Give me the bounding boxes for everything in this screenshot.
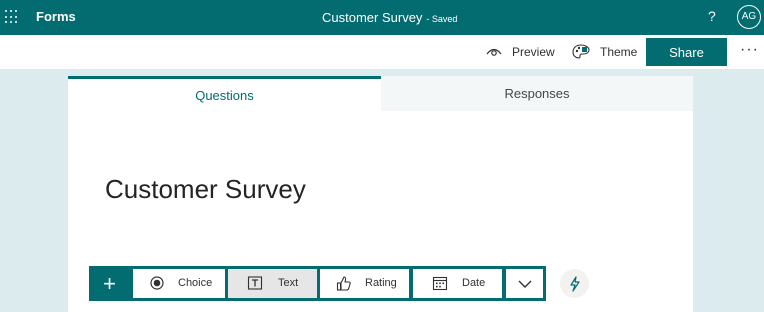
choice-label: Choice: [178, 277, 213, 289]
avatar[interactable]: AG: [737, 5, 761, 29]
document-title[interactable]: Customer Survey: [322, 10, 422, 25]
command-bar: Preview Theme Share ···: [0, 35, 764, 69]
waffle-icon[interactable]: [5, 10, 19, 24]
add-question-toolbar: + Choice Text Rating Date: [89, 266, 546, 301]
palette-icon: [572, 44, 590, 59]
form-title[interactable]: Customer Survey: [105, 174, 306, 205]
text-button[interactable]: Text: [228, 269, 317, 298]
help-button[interactable]: ?: [708, 8, 716, 24]
radio-icon: [150, 276, 164, 290]
chevron-down-icon: [518, 280, 531, 288]
share-button[interactable]: Share: [646, 38, 727, 66]
text-label: Text: [278, 277, 299, 289]
lightning-icon: [569, 275, 580, 292]
add-question-button[interactable]: +: [89, 266, 130, 301]
thumb-icon: [336, 276, 351, 291]
calendar-icon: [432, 276, 448, 291]
theme-button[interactable]: Theme: [572, 35, 637, 69]
suggestions-button[interactable]: [560, 269, 589, 298]
save-status: - Saved: [426, 14, 458, 24]
more-options-button[interactable]: ···: [740, 41, 759, 59]
top-bar: Forms Customer Survey - Saved ? AG: [0, 0, 764, 35]
preview-button[interactable]: Preview: [486, 35, 555, 69]
tab-bar: Questions Responses: [68, 76, 693, 111]
preview-label: Preview: [512, 45, 555, 59]
rating-button[interactable]: Rating: [320, 269, 409, 298]
choice-button[interactable]: Choice: [133, 269, 225, 298]
more-question-types-button[interactable]: [506, 269, 543, 298]
tab-responses[interactable]: Responses: [381, 76, 693, 111]
rating-label: Rating: [365, 277, 397, 289]
date-label: Date: [462, 277, 486, 289]
document-title-area: Customer Survey - Saved: [322, 9, 457, 27]
theme-label: Theme: [600, 45, 638, 59]
text-box-icon: [247, 276, 263, 290]
eye-icon: [486, 48, 502, 56]
app-name[interactable]: Forms: [36, 9, 76, 24]
tab-questions[interactable]: Questions: [68, 76, 381, 111]
date-button[interactable]: Date: [413, 269, 502, 298]
